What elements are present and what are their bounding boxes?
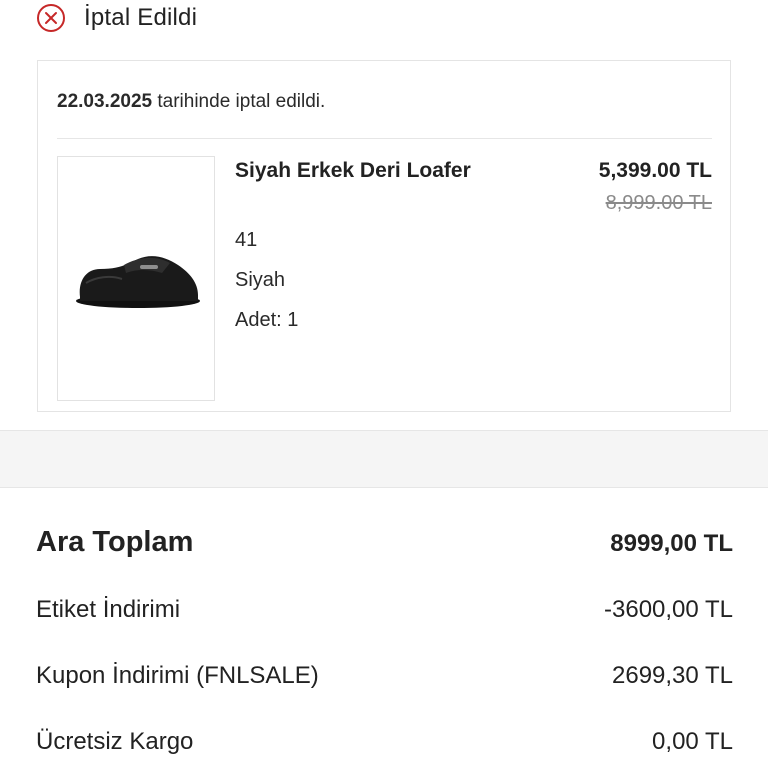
product-quantity: Adet: 1 (235, 309, 299, 331)
subtotal-label: Ara Toplam (36, 526, 194, 558)
coupon-discount-row: Kupon İndirimi (FNLSALE) 2699,30 TL (36, 662, 733, 690)
status-title: İptal Edildi (84, 4, 198, 31)
coupon-discount-label: Kupon İndirimi (FNLSALE) (36, 662, 319, 689)
section-separator (0, 430, 768, 488)
product-price: 5,399.00 TL (598, 159, 712, 182)
product-color: Siyah (235, 269, 286, 291)
order-status-header: İptal Edildi (36, 0, 197, 36)
subtotal-value: 8999,00 TL (610, 530, 733, 557)
product-image[interactable] (57, 156, 215, 401)
cancel-circle-icon (36, 3, 66, 33)
subtotal-row: Ara Toplam 8999,00 TL (36, 526, 733, 559)
tag-discount-label: Etiket İndirimi (36, 596, 181, 623)
black-leather-loafer-image (76, 255, 200, 308)
shipping-value: 0,00 TL (652, 728, 733, 755)
coupon-discount-value: 2699,30 TL (612, 662, 733, 689)
cancel-date-suffix: tarihinde iptal edildi. (152, 91, 326, 112)
product-name[interactable]: Siyah Erkek Deri Loafer (235, 159, 471, 183)
order-item-card: 22.03.2025 tarihinde iptal edildi. Siyah… (37, 60, 731, 412)
shipping-label: Ücretsiz Kargo (36, 728, 194, 755)
cancel-date: 22.03.2025 (57, 91, 153, 112)
shipping-row: Ücretsiz Kargo 0,00 TL (36, 728, 733, 756)
card-divider (57, 138, 712, 139)
tag-discount-value: -3600,00 TL (604, 596, 733, 623)
cancel-date-text: 22.03.2025 tarihinde iptal edildi. (57, 91, 325, 113)
product-old-price: 8,999.00 TL (605, 192, 712, 214)
tag-discount-row: Etiket İndirimi -3600,00 TL (36, 596, 733, 624)
product-size: 41 (235, 229, 258, 251)
